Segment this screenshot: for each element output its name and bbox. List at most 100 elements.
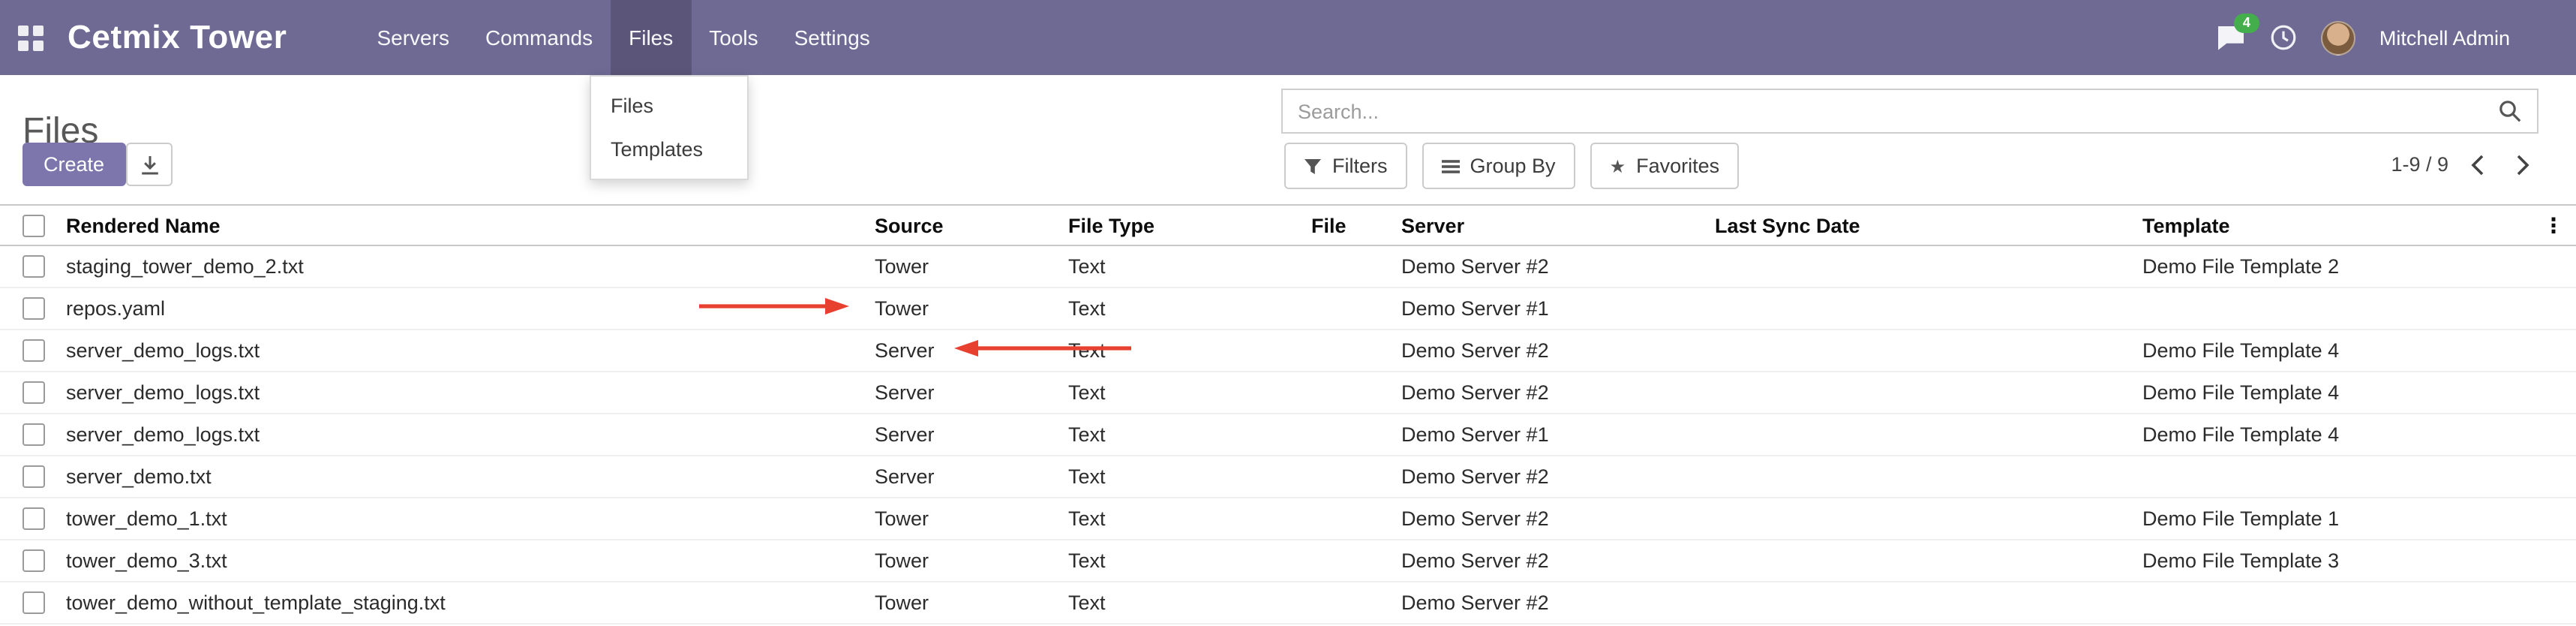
cell-file[interactable] bbox=[1311, 414, 1401, 456]
apps-grid-icon[interactable] bbox=[18, 25, 44, 50]
cell-server[interactable]: Demo Server #2 bbox=[1401, 540, 1715, 582]
cell-file[interactable] bbox=[1311, 540, 1401, 582]
cell-last-sync-date[interactable] bbox=[1715, 287, 2142, 330]
cell-template[interactable]: Demo File Template 4 bbox=[2142, 414, 2543, 456]
cell-rendered-name[interactable]: server_demo_logs.txt bbox=[66, 414, 875, 456]
search-input[interactable] bbox=[1283, 100, 2498, 122]
select-all-checkbox[interactable] bbox=[23, 215, 45, 237]
cell-rendered-name[interactable]: tower_demo_1.txt bbox=[66, 498, 875, 540]
cell-rendered-name[interactable]: server_demo_logs.txt bbox=[66, 330, 875, 372]
activity-clock-icon[interactable] bbox=[2270, 24, 2297, 51]
cell-file-type[interactable]: Text bbox=[1068, 498, 1311, 540]
cell-server[interactable]: Demo Server #1 bbox=[1401, 414, 1715, 456]
cell-rendered-name[interactable]: staging_tower_demo_2.txt bbox=[66, 245, 875, 287]
cell-last-sync-date[interactable] bbox=[1715, 414, 2142, 456]
cell-source[interactable]: Server bbox=[875, 456, 1068, 498]
cell-source[interactable]: Tower bbox=[875, 245, 1068, 287]
col-header-template[interactable]: Template bbox=[2142, 205, 2543, 245]
cell-last-sync-date[interactable] bbox=[1715, 330, 2142, 372]
cell-file[interactable] bbox=[1311, 498, 1401, 540]
row-checkbox[interactable] bbox=[23, 508, 45, 531]
messages-icon[interactable]: 4 bbox=[2216, 24, 2246, 51]
table-row[interactable]: server_demo_logs.txt Server Text Demo Se… bbox=[0, 330, 2576, 372]
cell-rendered-name[interactable]: tower_demo_without_template_staging.txt bbox=[66, 582, 875, 624]
dropdown-item-files[interactable]: Files bbox=[591, 84, 747, 128]
create-button[interactable]: Create bbox=[23, 143, 125, 186]
cell-file-type[interactable]: Text bbox=[1068, 330, 1311, 372]
cell-server[interactable]: Demo Server #2 bbox=[1401, 245, 1715, 287]
cell-file-type[interactable]: Text bbox=[1068, 582, 1311, 624]
cell-source[interactable]: Server bbox=[875, 414, 1068, 456]
cell-template[interactable] bbox=[2142, 287, 2543, 330]
cell-file[interactable] bbox=[1311, 245, 1401, 287]
cell-file-type[interactable]: Text bbox=[1068, 540, 1311, 582]
cell-server[interactable]: Demo Server #2 bbox=[1401, 456, 1715, 498]
cell-template[interactable]: Demo File Template 4 bbox=[2142, 330, 2543, 372]
cell-rendered-name[interactable]: server_demo_logs.txt bbox=[66, 372, 875, 414]
cell-last-sync-date[interactable] bbox=[1715, 245, 2142, 287]
cell-last-sync-date[interactable] bbox=[1715, 456, 2142, 498]
cell-file-type[interactable]: Text bbox=[1068, 287, 1311, 330]
cell-template[interactable] bbox=[2142, 456, 2543, 498]
cell-source[interactable]: Tower bbox=[875, 287, 1068, 330]
cell-source[interactable]: Tower bbox=[875, 582, 1068, 624]
cell-server[interactable]: Demo Server #2 bbox=[1401, 582, 1715, 624]
cell-last-sync-date[interactable] bbox=[1715, 540, 2142, 582]
row-checkbox[interactable] bbox=[23, 382, 45, 405]
cell-file-type[interactable]: Text bbox=[1068, 456, 1311, 498]
cell-source[interactable]: Server bbox=[875, 330, 1068, 372]
cell-template[interactable]: Demo File Template 2 bbox=[2142, 245, 2543, 287]
optional-columns-toggle[interactable]: ⋮ bbox=[2543, 205, 2576, 245]
pager-next-button[interactable] bbox=[2505, 148, 2538, 181]
pager-previous-button[interactable] bbox=[2460, 148, 2493, 181]
row-checkbox[interactable] bbox=[23, 592, 45, 615]
col-header-file[interactable]: File bbox=[1311, 205, 1401, 245]
nav-item-servers[interactable]: Servers bbox=[359, 0, 467, 75]
table-row[interactable]: staging_tower_demo_2.txt Tower Text Demo… bbox=[0, 245, 2576, 287]
cell-server[interactable]: Demo Server #1 bbox=[1401, 287, 1715, 330]
col-header-source[interactable]: Source bbox=[875, 205, 1068, 245]
cell-source[interactable]: Server bbox=[875, 372, 1068, 414]
cell-last-sync-date[interactable] bbox=[1715, 582, 2142, 624]
cell-rendered-name[interactable]: server_demo.txt bbox=[66, 456, 875, 498]
dropdown-item-templates[interactable]: Templates bbox=[591, 128, 747, 171]
col-header-rendered-name[interactable]: Rendered Name bbox=[66, 205, 875, 245]
cell-server[interactable]: Demo Server #2 bbox=[1401, 498, 1715, 540]
user-menu[interactable]: Mitchell Admin bbox=[2379, 26, 2510, 49]
nav-item-tools[interactable]: Tools bbox=[691, 0, 776, 75]
cell-template[interactable]: Demo File Template 1 bbox=[2142, 498, 2543, 540]
cell-template[interactable]: Demo File Template 4 bbox=[2142, 372, 2543, 414]
nav-item-commands[interactable]: Commands bbox=[467, 0, 611, 75]
cell-server[interactable]: Demo Server #2 bbox=[1401, 372, 1715, 414]
cell-server[interactable]: Demo Server #2 bbox=[1401, 330, 1715, 372]
export-button[interactable] bbox=[126, 143, 173, 186]
table-row[interactable]: tower_demo_3.txt Tower Text Demo Server … bbox=[0, 540, 2576, 582]
table-row[interactable]: server_demo_logs.txt Server Text Demo Se… bbox=[0, 372, 2576, 414]
cell-last-sync-date[interactable] bbox=[1715, 372, 2142, 414]
table-row[interactable]: repos.yaml Tower Text Demo Server #1 bbox=[0, 287, 2576, 330]
row-checkbox[interactable] bbox=[23, 340, 45, 363]
cell-file[interactable] bbox=[1311, 330, 1401, 372]
brand-title[interactable]: Cetmix Tower bbox=[68, 18, 287, 57]
row-checkbox[interactable] bbox=[23, 466, 45, 489]
cell-file-type[interactable]: Text bbox=[1068, 414, 1311, 456]
col-header-last-sync-date[interactable]: Last Sync Date bbox=[1715, 205, 2142, 245]
row-checkbox[interactable] bbox=[23, 424, 45, 447]
nav-item-files[interactable]: Files bbox=[611, 0, 691, 75]
table-row[interactable]: server_demo_logs.txt Server Text Demo Se… bbox=[0, 414, 2576, 456]
cell-file[interactable] bbox=[1311, 456, 1401, 498]
nav-item-settings[interactable]: Settings bbox=[776, 0, 888, 75]
table-row[interactable]: tower_demo_without_template_staging.txt … bbox=[0, 582, 2576, 624]
col-header-file-type[interactable]: File Type bbox=[1068, 205, 1311, 245]
cell-file-type[interactable]: Text bbox=[1068, 372, 1311, 414]
cell-file[interactable] bbox=[1311, 582, 1401, 624]
cell-file-type[interactable]: Text bbox=[1068, 245, 1311, 287]
favorites-button[interactable]: ★ Favorites bbox=[1590, 143, 1740, 189]
cell-template[interactable]: Demo File Template 3 bbox=[2142, 540, 2543, 582]
select-all-header[interactable] bbox=[0, 205, 66, 245]
cell-source[interactable]: Tower bbox=[875, 540, 1068, 582]
cell-file[interactable] bbox=[1311, 372, 1401, 414]
filters-button[interactable]: Filters bbox=[1284, 143, 1407, 189]
cell-source[interactable]: Tower bbox=[875, 498, 1068, 540]
cell-file[interactable] bbox=[1311, 287, 1401, 330]
